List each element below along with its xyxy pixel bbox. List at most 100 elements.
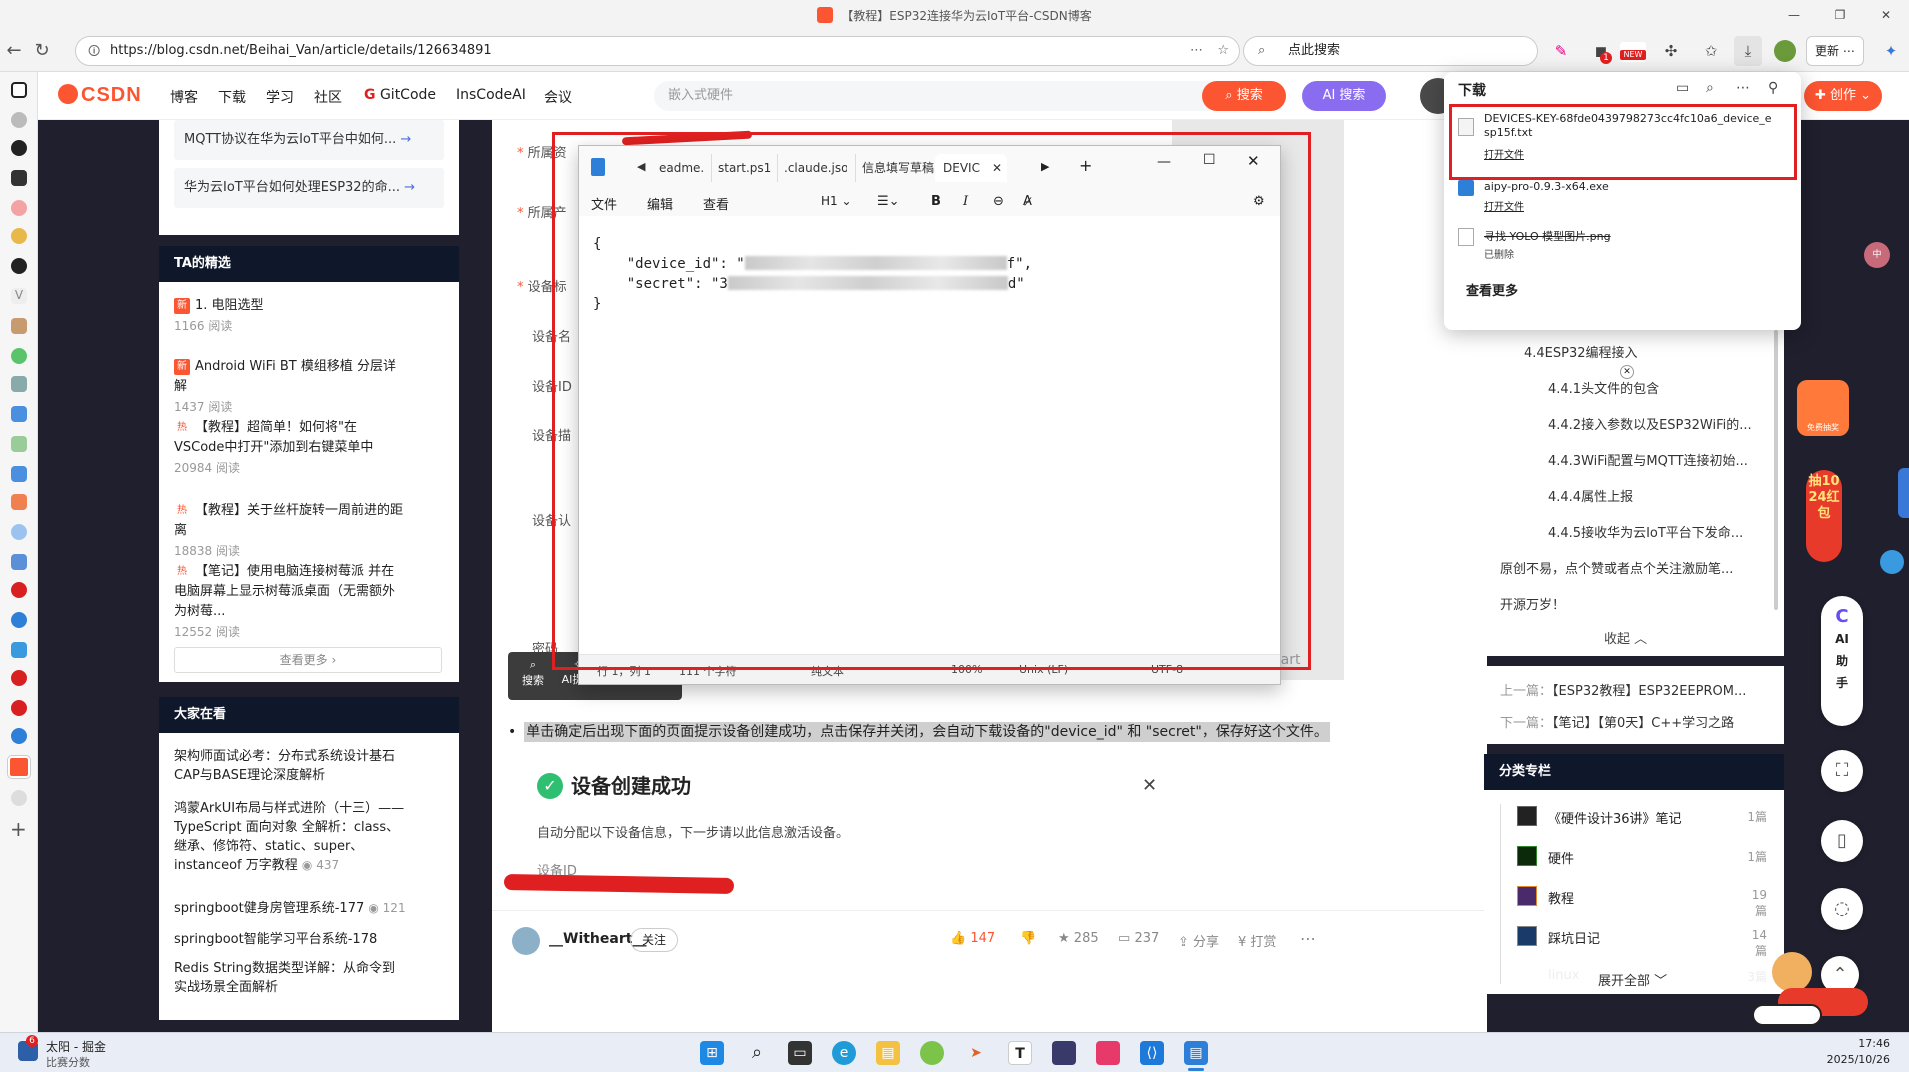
follow-button[interactable]: 关注: [630, 928, 678, 952]
see-more-downloads[interactable]: 查看更多: [1466, 280, 1518, 299]
column-item[interactable]: 《硬件设计36讲》笔记: [1548, 808, 1682, 827]
back-icon[interactable]: ←: [0, 37, 28, 65]
sidebar-app-6-icon[interactable]: [11, 318, 27, 334]
pick-item[interactable]: 热【教程】超简单！如何将"在VSCode中打开"添加到右键菜单中 20984 阅读: [174, 418, 404, 478]
typora-icon[interactable]: T: [1008, 1041, 1032, 1065]
favorite-button[interactable]: ★ 285: [1058, 931, 1099, 946]
nav-meeting[interactable]: 会议: [544, 87, 572, 107]
gift-promo[interactable]: 免费抽奖: [1797, 380, 1849, 436]
browser-search-box[interactable]: ⌕ 点此搜索: [1243, 36, 1538, 66]
chat-icon[interactable]: ◌: [1821, 888, 1863, 930]
column-item[interactable]: 硬件: [1548, 848, 1574, 867]
close-icon[interactable]: ✕: [1142, 775, 1157, 796]
sidebar-app-8-icon[interactable]: [11, 376, 27, 392]
toc-item[interactable]: 原创不易，点个赞或者点个关注激励笔...: [1500, 558, 1733, 577]
csdn-logo[interactable]: CSDN: [58, 84, 142, 107]
sidebar-app-17-icon[interactable]: [11, 728, 27, 744]
huawei-3-icon[interactable]: [11, 700, 27, 716]
comment-button[interactable]: ▭ 237: [1118, 931, 1159, 946]
tab-actions-icon[interactable]: [11, 82, 27, 98]
hot-item[interactable]: springboot智能学习平台系统-178: [174, 930, 406, 949]
huawei-2-icon[interactable]: [11, 670, 27, 686]
address-bar[interactable]: 🛈 https://blog.csdn.net/Beihai_Van/artic…: [75, 36, 1240, 66]
pin-icon[interactable]: ⚲: [1768, 80, 1778, 96]
sidebar-app-5-icon[interactable]: [11, 228, 27, 244]
clock-time[interactable]: 17:46: [1820, 1037, 1890, 1050]
prev-article-link[interactable]: 上一篇：【ESP32教程】ESP32EEPROM...: [1500, 680, 1746, 699]
nav-learn[interactable]: 学习: [266, 87, 294, 107]
hot-item[interactable]: springboot健身房管理系统-177 ◉ 121: [174, 899, 406, 918]
toolbar-search-button[interactable]: ⌕ 搜索: [518, 658, 548, 688]
start-menu-icon[interactable]: ⊞: [700, 1041, 724, 1065]
related-item[interactable]: MQTT协议在华为云IoT平台中如何... →: [174, 120, 444, 160]
add-sidebar-icon[interactable]: +: [10, 817, 27, 841]
mobile-icon[interactable]: ▯: [1821, 820, 1863, 862]
redpacket-promo[interactable]: 抽1024红包: [1806, 470, 1842, 562]
download-item-name[interactable]: aipy-pro-0.9.3-x64.exe: [1484, 180, 1609, 193]
reward-button[interactable]: ¥ 打赏: [1238, 931, 1276, 950]
nav-download[interactable]: 下载: [218, 87, 246, 107]
related-item[interactable]: 华为云IoT平台如何处理ESP32的命... →: [174, 168, 444, 208]
download-icon[interactable]: ⤓: [1734, 36, 1762, 66]
pink-app-icon[interactable]: [1096, 1041, 1120, 1065]
weather-title[interactable]: 太阳 - 掘金: [46, 1038, 106, 1055]
toc-item[interactable]: 4.4.2接入参数以及ESP32WiFi的...: [1548, 414, 1752, 433]
open-file-link[interactable]: 打开文件: [1484, 198, 1524, 213]
hot-item[interactable]: 鸿蒙ArkUI布局与样式进阶（十三）——TypeScript 面向对象 全解析：…: [174, 799, 406, 875]
explorer-icon[interactable]: ▤: [876, 1041, 900, 1065]
sidebar-app-2-icon[interactable]: [11, 140, 27, 156]
collapse-button[interactable]: 收起 ︿: [1604, 628, 1647, 647]
edge-sidebar-icon[interactable]: [1880, 550, 1904, 574]
huawei-icon[interactable]: [11, 582, 27, 598]
cat-app-icon[interactable]: [1052, 1041, 1076, 1065]
minimize-button[interactable]: —: [1771, 0, 1817, 30]
nav-community[interactable]: 社区: [314, 87, 342, 107]
maximize-button[interactable]: ❐: [1817, 0, 1863, 30]
vscode-icon[interactable]: ⟨⟩: [1140, 1041, 1164, 1065]
new-extension-icon[interactable]: NEW: [1620, 42, 1646, 62]
csdn-search-button[interactable]: ⌕ 搜索: [1202, 81, 1286, 111]
sidebar-app-11-icon[interactable]: [11, 466, 27, 482]
puzzle-extensions-icon[interactable]: ✣: [1660, 40, 1682, 62]
sidebar-app-3-icon[interactable]: [11, 170, 27, 186]
see-more-button[interactable]: 查看更多 ›: [174, 647, 442, 673]
csdn-sidebar-icon[interactable]: [8, 756, 30, 778]
favorites-icon[interactable]: ✩: [1700, 40, 1722, 62]
sidebar-app-14-icon[interactable]: [11, 554, 27, 570]
more-icon[interactable]: ⋯: [1300, 929, 1316, 948]
floating-badge-icon[interactable]: 中: [1864, 242, 1890, 268]
dislike-button[interactable]: 👎: [1020, 931, 1036, 946]
pick-item[interactable]: 新 1. 电阻选型 1166 阅读: [174, 296, 404, 336]
task-view-icon[interactable]: ▭: [788, 1041, 812, 1065]
profile-avatar[interactable]: [1774, 40, 1796, 62]
more-options-icon[interactable]: ⋯: [1190, 37, 1203, 65]
page-scroll-thumb[interactable]: [1898, 468, 1909, 518]
sidebar-app-12-icon[interactable]: [11, 494, 27, 510]
author-avatar[interactable]: [512, 927, 540, 955]
expand-all-button[interactable]: 展开全部 ﹀: [1598, 970, 1667, 989]
fullscreen-icon[interactable]: ⛶: [1821, 750, 1863, 792]
taskbar-search-icon[interactable]: ⌕: [745, 1041, 769, 1065]
more-downloads-icon[interactable]: ⋯: [1736, 80, 1750, 96]
column-item[interactable]: 踩坑日记: [1548, 928, 1600, 947]
hot-item[interactable]: 架构师面试必考：分布式系统设计基石CAP与BASE理论深度解析: [174, 747, 406, 785]
sidebar-app-7-icon[interactable]: [11, 348, 27, 364]
column-item[interactable]: 教程: [1548, 888, 1574, 907]
edge-icon[interactable]: e: [832, 1041, 856, 1065]
reload-icon[interactable]: ↻: [28, 37, 56, 65]
sidebar-app-15-icon[interactable]: [11, 612, 27, 628]
csdn-search-input[interactable]: 嵌入式硬件: [654, 81, 1222, 111]
vue-icon[interactable]: V: [11, 288, 27, 304]
sidebar-app-13-icon[interactable]: [11, 524, 27, 540]
feishu-icon[interactable]: ➤: [964, 1041, 988, 1065]
nav-inscodeai[interactable]: InsCodeAI: [456, 87, 526, 103]
github-icon[interactable]: [11, 258, 27, 274]
hot-item[interactable]: Redis String数据类型详解：从命令到实战场景全面解析: [174, 959, 406, 997]
sidebar-app-10-icon[interactable]: [11, 436, 27, 452]
sidebar-app-9-icon[interactable]: [11, 406, 27, 422]
extension-1-icon[interactable]: ✎: [1550, 40, 1572, 62]
site-info-icon[interactable]: 🛈: [88, 37, 100, 65]
clock-date[interactable]: 2025/10/26: [1820, 1053, 1890, 1066]
pick-item[interactable]: 新 Android WiFi BT 模组移植 分层详解 1437 阅读: [174, 357, 404, 417]
update-button[interactable]: 更新 ⋯: [1806, 36, 1864, 66]
